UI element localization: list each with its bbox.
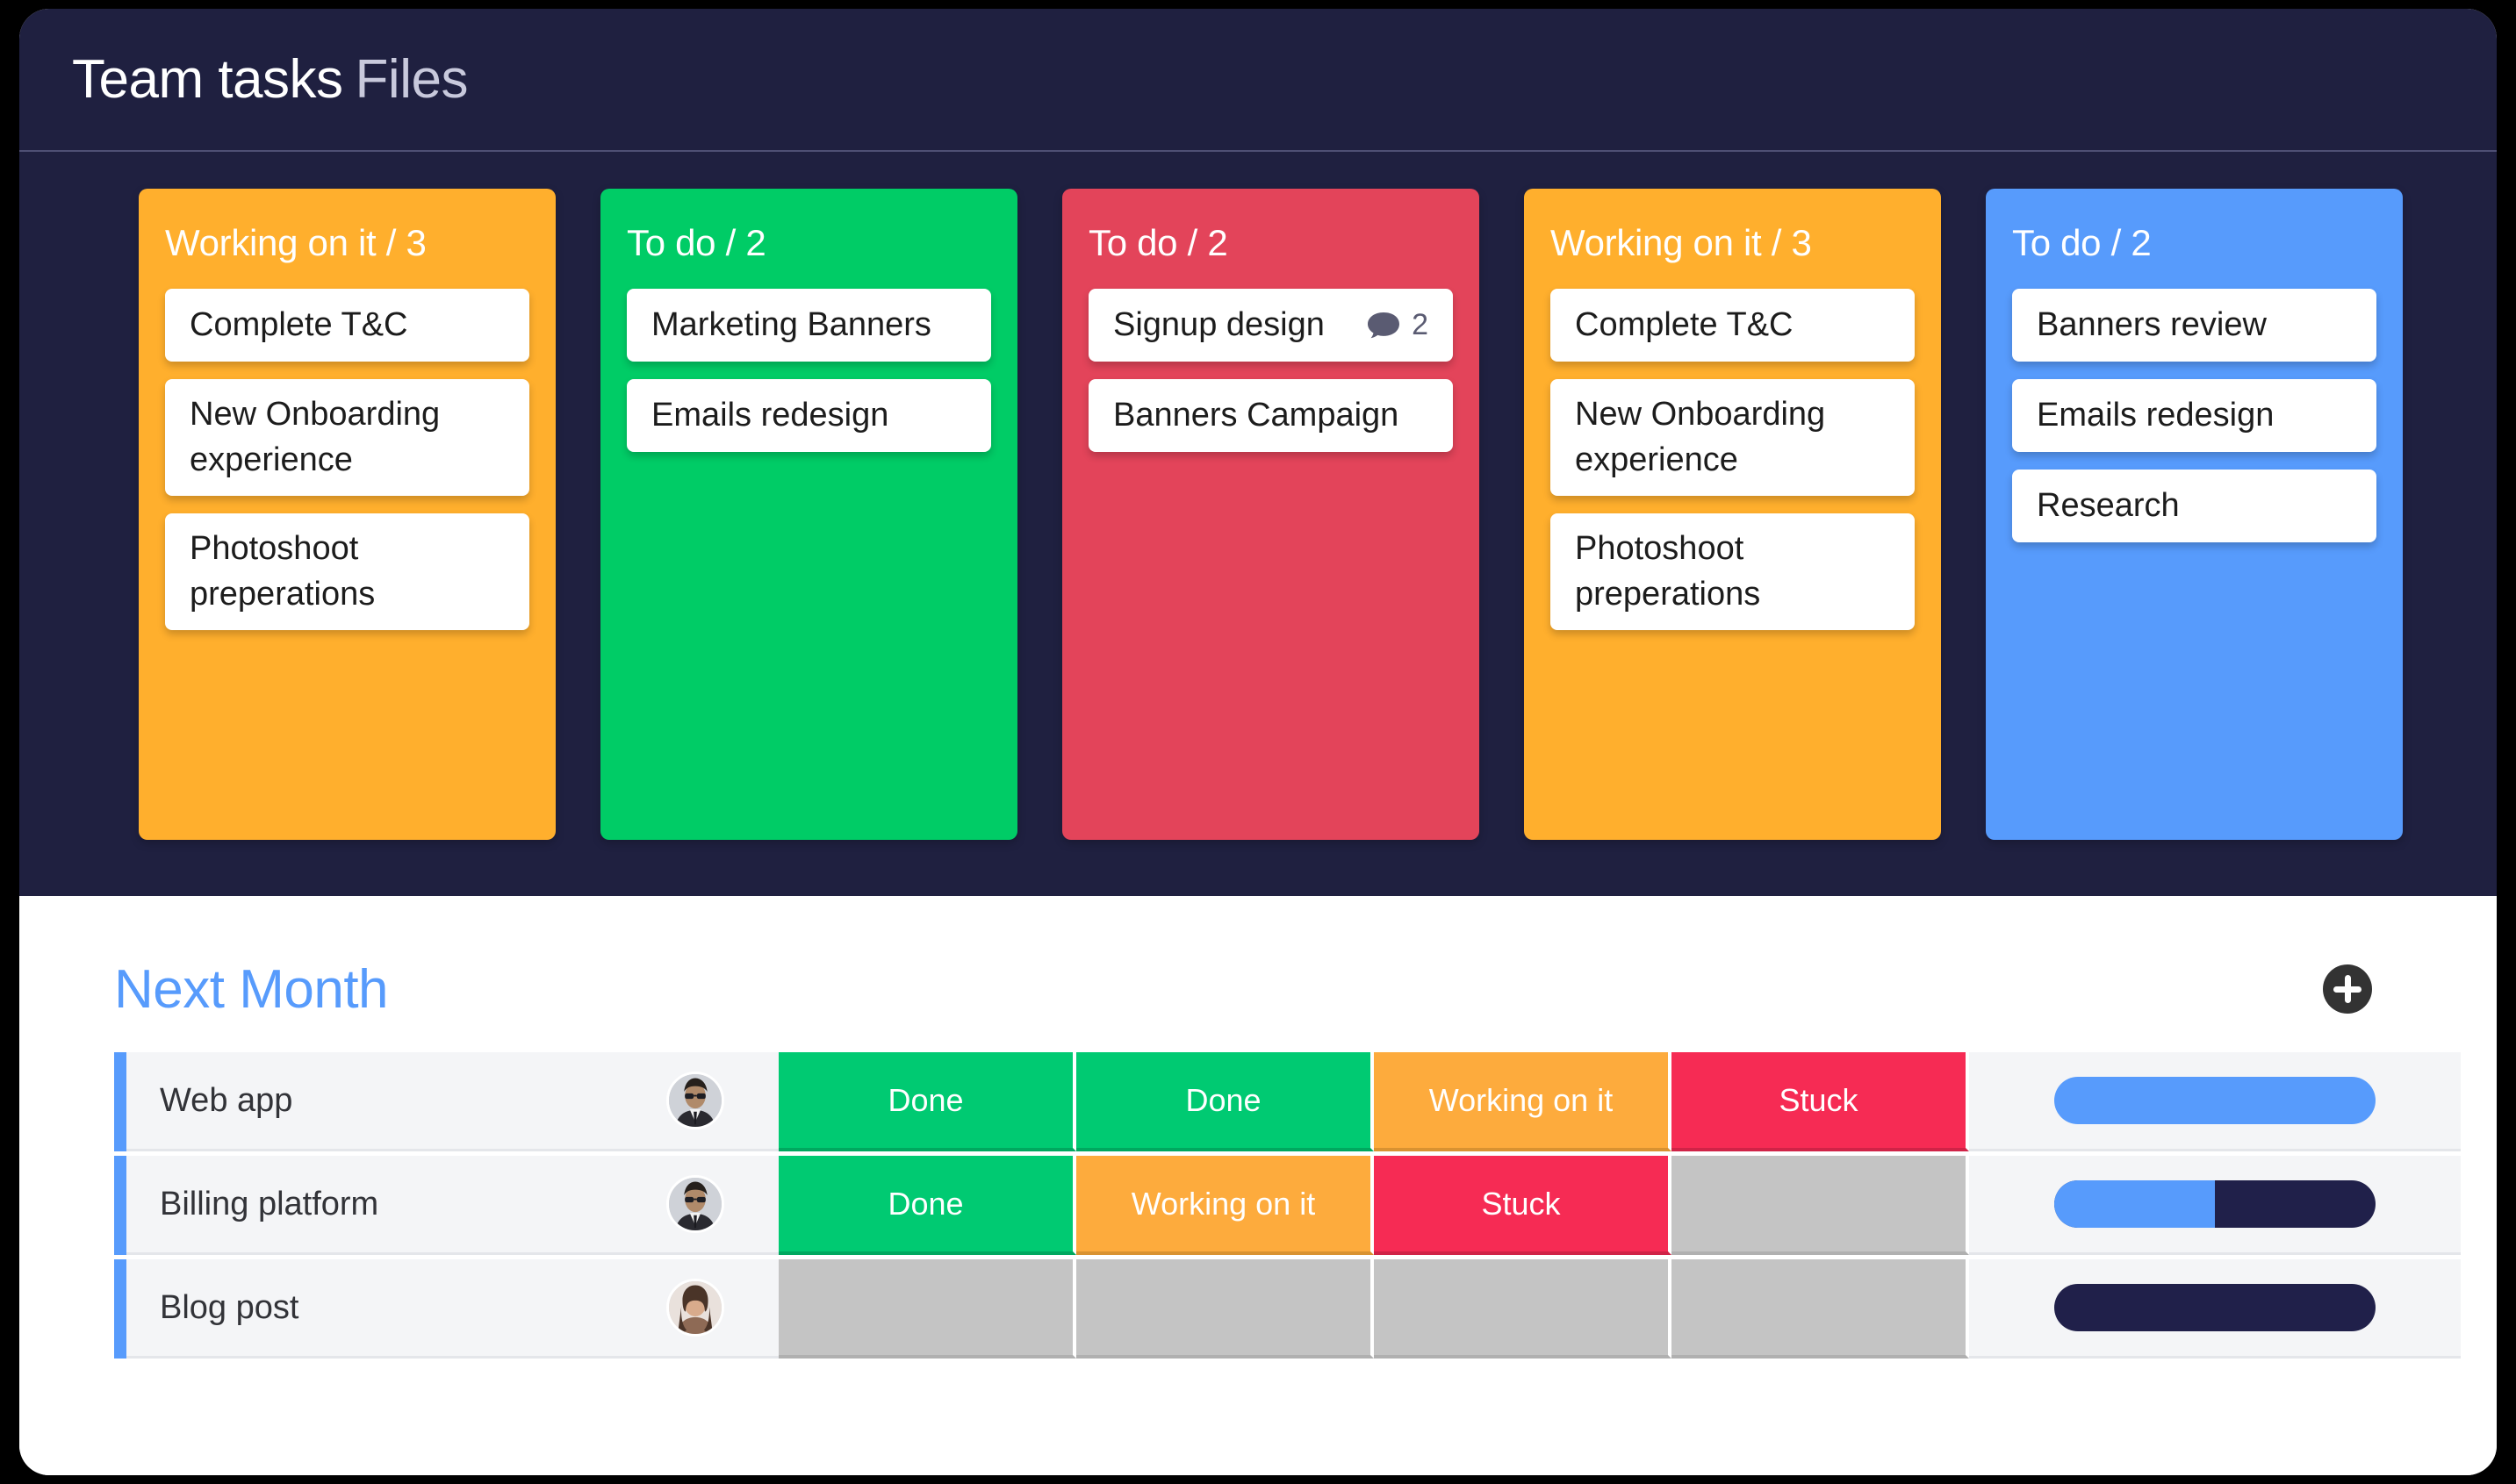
column-to-do-blue: To do / 2 Banners review Emails redesign Re… bbox=[1986, 189, 2403, 840]
app-window: Team tasks Files Working on it / 3 Complet… bbox=[19, 9, 2497, 1475]
progress-bar[interactable] bbox=[2054, 1284, 2376, 1331]
page-title-sub: Files bbox=[355, 49, 469, 110]
section-title: Next Month bbox=[114, 958, 389, 1020]
task-card-label: Photoshoot preperations bbox=[1575, 529, 1761, 613]
row-accent-bar bbox=[114, 1259, 126, 1359]
task-card-label: Research bbox=[2037, 487, 2180, 525]
task-card[interactable]: Marketing Banners bbox=[627, 289, 991, 362]
task-card[interactable]: Banners review bbox=[2012, 289, 2376, 362]
next-month-header: Next Month bbox=[114, 896, 2409, 1036]
row-name-cell[interactable]: Billing platform bbox=[126, 1156, 612, 1255]
task-card[interactable]: New Onboarding experience bbox=[165, 379, 529, 496]
status-cell[interactable] bbox=[1374, 1259, 1671, 1359]
task-card[interactable]: Banners Campaign bbox=[1089, 379, 1453, 452]
task-card-label: Banners review bbox=[2037, 306, 2267, 344]
table-row[interactable]: Billing platform Done Working on it Stuck bbox=[114, 1156, 2461, 1255]
row-owner-cell[interactable] bbox=[612, 1052, 779, 1151]
progress-cell[interactable] bbox=[1969, 1156, 2461, 1255]
comment-bubble-icon bbox=[1366, 311, 1401, 341]
row-owner-cell[interactable] bbox=[612, 1156, 779, 1255]
row-name-cell[interactable]: Blog post bbox=[126, 1259, 612, 1359]
avatar-woman[interactable] bbox=[666, 1279, 724, 1337]
status-cell[interactable]: Stuck bbox=[1374, 1156, 1671, 1255]
avatar-man-sunglasses[interactable] bbox=[666, 1072, 724, 1129]
task-card-label: Banners Campaign bbox=[1113, 397, 1399, 434]
column-title: To do / 2 bbox=[1089, 222, 1228, 263]
board-region: Team tasks Files Working on it / 3 Complet… bbox=[19, 9, 2497, 896]
status-cell[interactable]: Working on it bbox=[1076, 1156, 1374, 1255]
progress-cell[interactable] bbox=[1969, 1052, 2461, 1151]
status-cell[interactable]: Stuck bbox=[1671, 1052, 1969, 1151]
task-card[interactable]: Complete T&C bbox=[165, 289, 529, 362]
status-cell[interactable] bbox=[1671, 1259, 1969, 1359]
task-card-label: Emails redesign bbox=[2037, 397, 2275, 434]
column-title: Working on it / 3 bbox=[165, 222, 427, 263]
row-accent-bar bbox=[114, 1052, 126, 1151]
task-card-label: Signup design bbox=[1113, 306, 1325, 344]
row-name-cell[interactable]: Web app bbox=[126, 1052, 612, 1151]
column-working-on-it-orange-2: Working on it / 3 Complete T&C New Onboard… bbox=[1524, 189, 1941, 840]
column-title: To do / 2 bbox=[2012, 222, 2152, 263]
status-cell[interactable]: Done bbox=[779, 1156, 1076, 1255]
task-card-label: New Onboarding experience bbox=[190, 396, 441, 479]
status-cell[interactable]: Done bbox=[779, 1052, 1076, 1151]
row-owner-cell[interactable] bbox=[612, 1259, 779, 1359]
column-title: To do / 2 bbox=[627, 222, 766, 263]
task-card-label: Emails redesign bbox=[651, 397, 889, 434]
task-card[interactable]: Photoshoot preperations bbox=[165, 513, 529, 630]
progress-cell[interactable] bbox=[1969, 1259, 2461, 1359]
next-month-table: Web app Done Done Working on it Stuck Billing… bbox=[114, 1052, 2461, 1363]
table-row[interactable]: Web app Done Done Working on it Stuck bbox=[114, 1052, 2461, 1151]
status-cell[interactable]: Working on it bbox=[1374, 1052, 1671, 1151]
task-card-label: Photoshoot preperations bbox=[190, 529, 376, 613]
task-card-label: Complete T&C bbox=[1575, 306, 1794, 344]
progress-bar[interactable] bbox=[2054, 1077, 2376, 1124]
next-month-region: Next Month Web app Done Done Working on it S… bbox=[19, 896, 2497, 1475]
column-working-on-it-orange: Working on it / 3 Complete T&C New Onboard… bbox=[139, 189, 556, 840]
status-cell[interactable]: Done bbox=[1076, 1052, 1374, 1151]
status-cell[interactable] bbox=[1076, 1259, 1374, 1359]
task-card[interactable]: Research bbox=[2012, 470, 2376, 542]
task-card[interactable]: Emails redesign bbox=[2012, 379, 2376, 452]
column-title: Working on it / 3 bbox=[1550, 222, 1812, 263]
board-header: Team tasks Files bbox=[19, 9, 2497, 152]
comment-badge[interactable]: 2 bbox=[1366, 308, 1428, 342]
status-cell[interactable] bbox=[779, 1259, 1076, 1359]
progress-bar-fill bbox=[2054, 1077, 2376, 1124]
board-columns: Working on it / 3 Complete T&C New Onboard… bbox=[19, 152, 2497, 896]
task-card[interactable]: Complete T&C bbox=[1550, 289, 1915, 362]
task-card[interactable]: Signup design 2 bbox=[1089, 289, 1453, 362]
row-accent-bar bbox=[114, 1156, 126, 1255]
avatar-man-sunglasses[interactable] bbox=[666, 1175, 724, 1233]
table-row[interactable]: Blog post bbox=[114, 1259, 2461, 1359]
add-item-button[interactable] bbox=[2323, 964, 2372, 1014]
task-card[interactable]: New Onboarding experience bbox=[1550, 379, 1915, 496]
comment-count: 2 bbox=[1412, 308, 1428, 341]
plus-icon bbox=[2333, 975, 2361, 1003]
task-card-label: New Onboarding experience bbox=[1575, 396, 1826, 479]
progress-bar-fill bbox=[2054, 1180, 2215, 1228]
status-cell[interactable] bbox=[1671, 1156, 1969, 1255]
page-title-main: Team tasks bbox=[72, 49, 343, 110]
page-title: Team tasks Files bbox=[72, 48, 468, 111]
progress-bar[interactable] bbox=[2054, 1180, 2376, 1228]
column-to-do-red: To do / 2 Signup design 2 Banners Campaign bbox=[1062, 189, 1479, 840]
task-card-label: Complete T&C bbox=[190, 306, 408, 344]
task-card[interactable]: Emails redesign bbox=[627, 379, 991, 452]
task-card-label: Marketing Banners bbox=[651, 306, 931, 344]
task-card[interactable]: Photoshoot preperations bbox=[1550, 513, 1915, 630]
column-to-do-green: To do / 2 Marketing Banners Emails redesig… bbox=[600, 189, 1017, 840]
